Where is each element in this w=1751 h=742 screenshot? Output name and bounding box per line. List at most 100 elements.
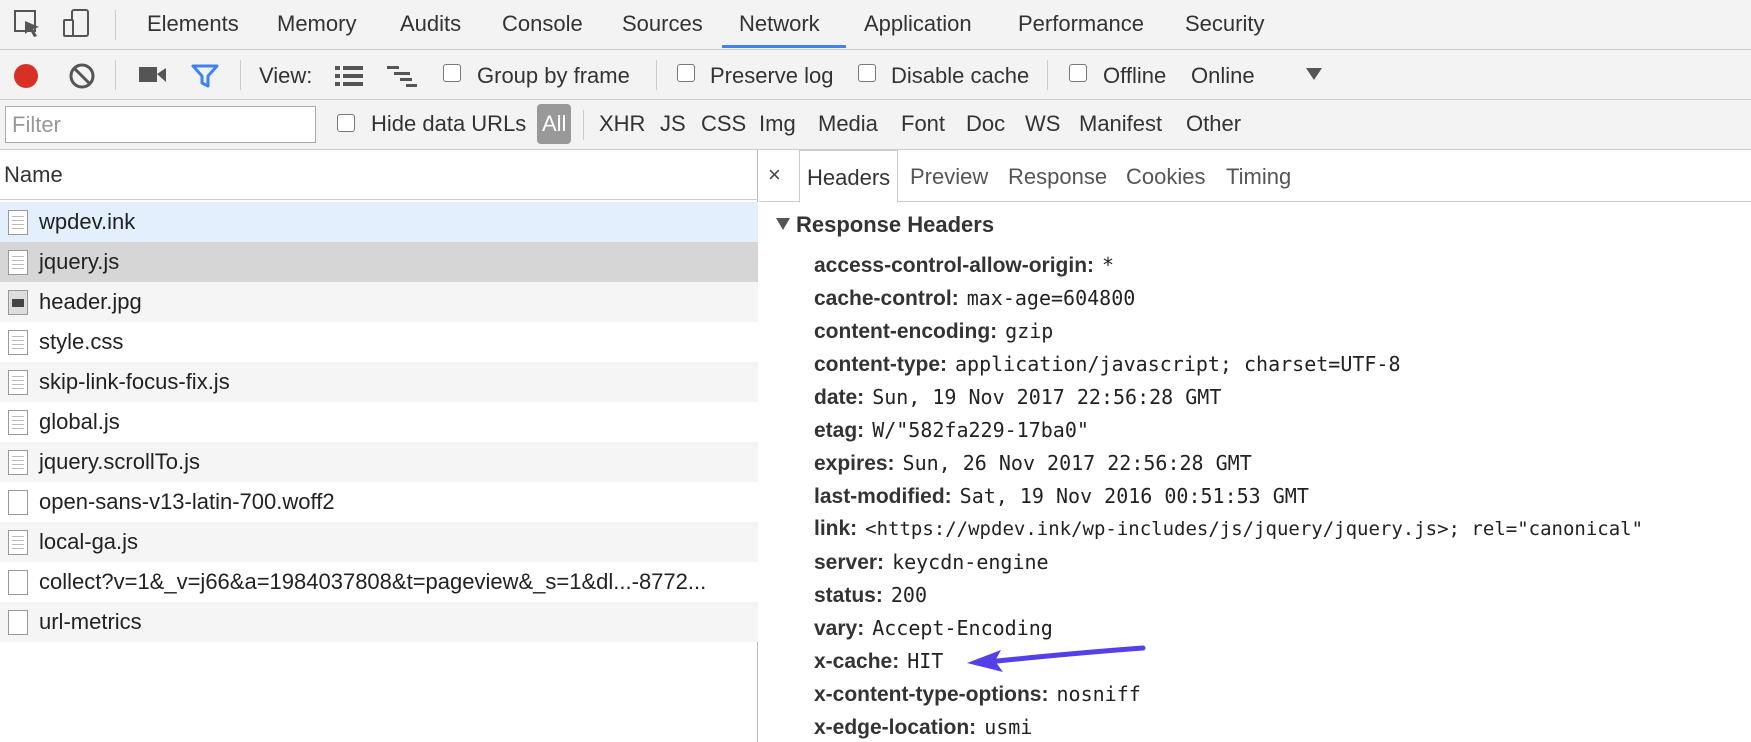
request-row[interactable]: url-metrics xyxy=(0,602,758,642)
header-value: nosniff xyxy=(1056,682,1141,706)
tab-console[interactable]: Console xyxy=(502,0,583,49)
request-name: jquery.scrollTo.js xyxy=(39,449,200,474)
screenshot-camera-icon[interactable] xyxy=(138,64,168,86)
large-rows-icon[interactable] xyxy=(334,64,364,88)
filter-input[interactable] xyxy=(5,106,316,143)
header-row: cache-control: max-age=604800 xyxy=(814,283,1135,313)
tab-response[interactable]: Response xyxy=(1008,150,1107,202)
request-row[interactable]: skip-link-focus-fix.js xyxy=(0,362,758,402)
devtools-tab-bar: Elements Memory Audits Console Sources N… xyxy=(0,0,1751,50)
tab-elements[interactable]: Elements xyxy=(147,0,239,49)
details-tab-bar: × Headers Preview Response Cookies Timin… xyxy=(759,150,1751,203)
name-column-header[interactable]: Name xyxy=(0,150,758,200)
filter-type-doc[interactable]: Doc xyxy=(966,110,1005,138)
group-by-frame-checkbox[interactable] xyxy=(443,64,461,82)
header-row: x-content-type-options: nosniff xyxy=(814,679,1141,709)
file-icon xyxy=(8,570,28,595)
filter-type-all[interactable]: All xyxy=(537,104,572,144)
dropdown-arrow-icon[interactable] xyxy=(1305,67,1323,81)
request-name: open-sans-v13-latin-700.woff2 xyxy=(39,489,335,514)
tab-sources[interactable]: Sources xyxy=(622,0,703,49)
header-value: application/javascript; charset=UTF-8 xyxy=(955,352,1401,376)
throttling-select[interactable]: Online xyxy=(1191,63,1255,89)
header-row: date: Sun, 19 Nov 2017 22:56:28 GMT xyxy=(814,382,1221,412)
header-value: <https://wpdev.ink/wp-includes/js/jquery… xyxy=(865,518,1644,540)
header-key: status: xyxy=(814,584,883,607)
header-row: etag: W/"582fa229-17ba0" xyxy=(814,415,1089,445)
stylesheet-icon xyxy=(8,330,28,355)
header-key: content-encoding: xyxy=(814,320,998,343)
request-row[interactable]: open-sans-v13-latin-700.woff2 xyxy=(0,482,758,522)
waterfall-overview-icon[interactable] xyxy=(386,64,418,88)
request-row[interactable]: header.jpg xyxy=(0,282,758,322)
tab-headers[interactable]: Headers xyxy=(799,150,899,203)
request-row[interactable]: global.js xyxy=(0,402,758,442)
request-details: × Headers Preview Response Cookies Timin… xyxy=(759,150,1751,742)
network-toolbar: View: Group by frame Preserve log Disabl… xyxy=(0,50,1751,100)
header-row: access-control-allow-origin: * xyxy=(814,250,1114,280)
header-value: gzip xyxy=(1005,319,1054,343)
request-row[interactable]: jquery.scrollTo.js xyxy=(0,442,758,482)
request-row[interactable]: style.css xyxy=(0,322,758,362)
response-headers-section[interactable]: Response Headers xyxy=(776,212,994,238)
preserve-log-label: Preserve log xyxy=(710,63,834,88)
device-toolbar-icon[interactable] xyxy=(62,8,92,40)
request-name: style.css xyxy=(39,329,124,354)
filter-type-js[interactable]: JS xyxy=(660,110,686,138)
filter-type-font[interactable]: Font xyxy=(901,110,945,138)
header-key: link: xyxy=(814,517,858,540)
disable-cache-label: Disable cache xyxy=(891,63,1030,88)
tab-application[interactable]: Application xyxy=(864,0,972,49)
filter-type-other[interactable]: Other xyxy=(1186,110,1241,138)
filter-type-img[interactable]: Img xyxy=(759,110,796,138)
tab-timing[interactable]: Timing xyxy=(1226,150,1291,202)
header-key: access-control-allow-origin: xyxy=(814,254,1095,277)
collapse-triangle-icon xyxy=(776,218,790,230)
header-key: x-cache: xyxy=(814,650,900,673)
tab-performance[interactable]: Performance xyxy=(1018,0,1144,49)
tab-audits[interactable]: Audits xyxy=(400,0,461,49)
tab-network[interactable]: Network xyxy=(739,0,820,49)
header-key: last-modified: xyxy=(814,485,952,508)
request-row[interactable]: jquery.js xyxy=(0,242,758,282)
header-value: Sun, 19 Nov 2017 22:56:28 GMT xyxy=(872,385,1222,409)
request-row[interactable]: collect?v=1&_v=j66&a=1984037808&t=pagevi… xyxy=(0,562,758,602)
offline-label: Offline xyxy=(1103,63,1167,88)
request-name: skip-link-focus-fix.js xyxy=(39,369,230,394)
header-value: 200 xyxy=(890,583,927,607)
request-row[interactable]: wpdev.ink xyxy=(0,202,758,242)
record-icon[interactable] xyxy=(12,62,40,90)
tab-security[interactable]: Security xyxy=(1185,0,1264,49)
header-row: vary: Accept-Encoding xyxy=(814,613,1053,643)
filter-type-ws[interactable]: WS xyxy=(1025,110,1060,138)
preserve-log-checkbox[interactable] xyxy=(677,64,695,82)
request-name: header.jpg xyxy=(39,289,142,314)
filter-type-xhr[interactable]: XHR xyxy=(599,110,645,138)
header-row: x-cache: HIT xyxy=(814,646,943,676)
request-name: collect?v=1&_v=j66&a=1984037808&t=pagevi… xyxy=(39,569,707,594)
script-icon xyxy=(8,410,28,435)
document-icon xyxy=(8,210,28,235)
clear-icon[interactable] xyxy=(68,62,96,90)
inspect-element-icon[interactable] xyxy=(13,8,43,40)
filter-type-manifest[interactable]: Manifest xyxy=(1079,110,1162,138)
header-value: max-age=604800 xyxy=(966,286,1136,310)
tab-memory[interactable]: Memory xyxy=(277,0,356,49)
close-icon[interactable]: × xyxy=(768,162,781,188)
disable-cache-checkbox[interactable] xyxy=(858,64,876,82)
annotation-arrow-icon xyxy=(967,645,1146,672)
active-tab-indicator xyxy=(722,45,846,48)
offline-checkbox[interactable] xyxy=(1069,64,1087,82)
divider xyxy=(115,10,116,40)
tab-preview[interactable]: Preview xyxy=(910,150,988,202)
filter-type-media[interactable]: Media xyxy=(818,110,878,138)
header-value: W/"582fa229-17ba0" xyxy=(872,418,1089,442)
header-key: server: xyxy=(814,551,885,574)
image-icon xyxy=(8,290,28,315)
header-row: content-type: application/javascript; cha… xyxy=(814,349,1401,379)
tab-cookies[interactable]: Cookies xyxy=(1126,150,1205,202)
request-row[interactable]: local-ga.js xyxy=(0,522,758,562)
hide-data-urls-checkbox[interactable] xyxy=(337,114,355,132)
filter-type-css[interactable]: CSS xyxy=(701,110,746,138)
filter-funnel-icon[interactable] xyxy=(191,63,219,89)
